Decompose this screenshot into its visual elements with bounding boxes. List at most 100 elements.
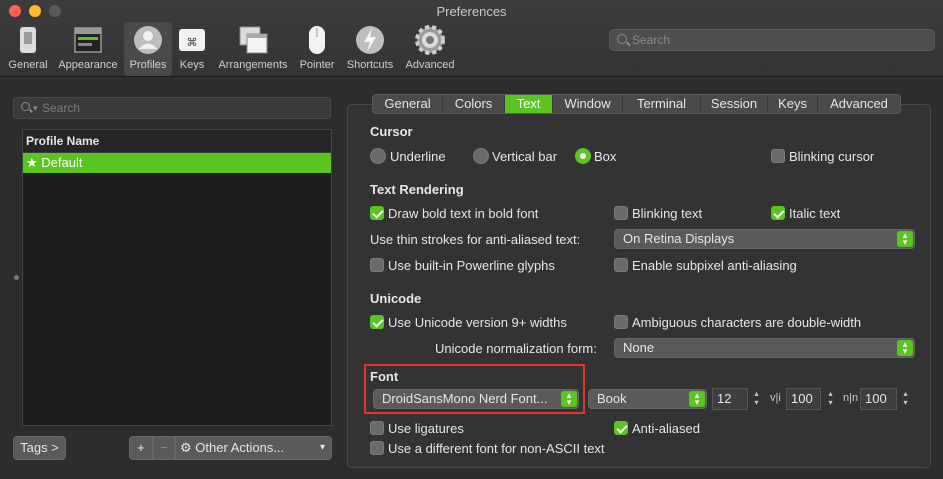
font-size-field[interactable]: 12: [712, 388, 748, 410]
chevron-down-icon: ▾: [319, 442, 325, 453]
tab-session[interactable]: Session: [701, 95, 768, 113]
toolbar-general[interactable]: General: [4, 22, 52, 76]
window-title: Preferences: [436, 4, 507, 19]
toolbar-pointer-label: Pointer: [299, 59, 335, 71]
italic-text-checkbox[interactable]: [771, 206, 785, 220]
toolbar-advanced-label: Advanced: [405, 59, 455, 71]
profile-search-placeholder: Search: [42, 101, 81, 115]
unicode-version9-label: Use Unicode version 9+ widths: [388, 315, 567, 330]
chevron-down-icon: ▾: [33, 103, 38, 113]
tab-general[interactable]: General: [373, 95, 443, 113]
toolbar-appearance-label: Appearance: [58, 59, 118, 71]
thin-strokes-select[interactable]: On Retina Displays ▴ ▾: [614, 229, 915, 249]
toolbar-keys[interactable]: ⌘ Keys: [175, 22, 209, 76]
subpixel-aa-label: Enable subpixel anti-aliasing: [632, 258, 797, 273]
general-icon: [12, 24, 44, 56]
tab-terminal[interactable]: Terminal: [623, 95, 701, 113]
horizontal-spacing-field[interactable]: 100: [860, 388, 897, 410]
toolbar-profiles-label: Profiles: [129, 59, 167, 71]
remove-profile-button[interactable]: −: [153, 436, 175, 460]
non-ascii-font-checkbox[interactable]: [370, 441, 384, 455]
appearance-icon: [72, 24, 104, 56]
chevron-updown-icon: ▴ ▾: [689, 391, 705, 407]
profile-list: Profile Name ★ Default: [22, 129, 332, 426]
search-icon: [21, 102, 30, 111]
other-actions-button[interactable]: ⚙ Other Actions... ▾: [175, 436, 332, 460]
tab-bar: General Colors Text Window Terminal Sess…: [372, 94, 901, 114]
blinking-cursor-checkbox[interactable]: [771, 149, 785, 163]
tab-window[interactable]: Window: [553, 95, 623, 113]
ambiguous-double-width-label: Ambiguous characters are double-width: [632, 315, 862, 330]
blinking-cursor-label: Blinking cursor: [789, 149, 875, 164]
thin-strokes-label: Use thin strokes for anti-aliased text:: [370, 232, 581, 247]
normalization-value: None: [623, 340, 655, 355]
svg-text:⌘: ⌘: [187, 36, 198, 49]
vertical-spacing-field[interactable]: 100: [786, 388, 821, 410]
tab-colors[interactable]: Colors: [443, 95, 505, 113]
tab-advanced[interactable]: Advanced: [818, 95, 900, 113]
tab-keys[interactable]: Keys: [768, 95, 818, 113]
profile-name-header[interactable]: Profile Name: [23, 130, 331, 153]
splitter-handle[interactable]: [14, 275, 19, 280]
thin-strokes-value: On Retina Displays: [623, 231, 735, 246]
bold-in-bold-checkbox[interactable]: [370, 206, 384, 220]
vertical-spacing-icon: v|i: [770, 392, 781, 404]
add-profile-button[interactable]: +: [129, 436, 153, 460]
cursor-vertical-bar-radio[interactable]: [473, 148, 489, 164]
chevron-updown-icon: ▴ ▾: [897, 231, 913, 247]
other-actions-label: Other Actions...: [195, 440, 285, 455]
font-style-value: Book: [597, 391, 627, 406]
unicode-version9-checkbox[interactable]: [370, 315, 384, 329]
tags-button[interactable]: Tags >: [13, 436, 66, 460]
ambiguous-double-width-checkbox[interactable]: [614, 315, 628, 329]
italic-text-label: Italic text: [789, 206, 841, 221]
profile-name: Default: [41, 155, 83, 170]
toolbar-profiles[interactable]: Profiles: [124, 22, 172, 76]
blinking-text-checkbox[interactable]: [614, 206, 628, 220]
toolbar-shortcuts[interactable]: Shortcuts: [342, 22, 398, 76]
cursor-underline-radio[interactable]: [370, 148, 386, 164]
use-ligatures-checkbox[interactable]: [370, 421, 384, 435]
anti-aliased-checkbox[interactable]: [614, 421, 628, 435]
toolbar-arrangements[interactable]: Arrangements: [214, 22, 292, 76]
normalization-select[interactable]: None ▴ ▾: [614, 338, 915, 358]
chevron-updown-icon: ▴ ▾: [897, 340, 913, 356]
cursor-section-title: Cursor: [370, 124, 413, 139]
font-highlight-box: [364, 364, 585, 414]
search-icon: [617, 34, 627, 44]
bold-in-bold-label: Draw bold text in bold font: [388, 206, 539, 221]
star-icon: ★: [26, 155, 38, 170]
horizontal-spacing-stepper[interactable]: ▴ ▾: [900, 389, 911, 409]
arrangements-icon: [237, 24, 269, 56]
toolbar-keys-label: Keys: [179, 59, 205, 71]
search-input[interactable]: Search: [609, 29, 935, 51]
tab-text[interactable]: Text: [505, 95, 553, 113]
font-style-select[interactable]: Book ▴ ▾: [588, 389, 707, 409]
vertical-spacing-stepper[interactable]: ▴ ▾: [825, 389, 836, 409]
toolbar-arrangements-label: Arrangements: [218, 59, 288, 71]
unicode-section-title: Unicode: [370, 291, 422, 306]
profiles-icon: [132, 24, 164, 56]
horizontal-spacing-icon: n|n: [843, 392, 859, 404]
toolbar-pointer[interactable]: Pointer: [295, 22, 339, 76]
normalization-label: Unicode normalization form:: [435, 341, 597, 356]
profile-row-default[interactable]: ★ Default: [23, 153, 331, 173]
cursor-box-radio[interactable]: [575, 148, 591, 164]
toolbar-general-label: General: [8, 59, 48, 71]
subpixel-aa-checkbox[interactable]: [614, 258, 628, 272]
cursor-box-label: Box: [594, 149, 617, 164]
font-size-stepper[interactable]: ▴ ▾: [751, 389, 762, 409]
profile-search-input[interactable]: ▾ Search: [13, 97, 331, 119]
keys-icon: ⌘: [176, 24, 208, 56]
powerline-glyphs-label: Use built-in Powerline glyphs: [388, 258, 555, 273]
blinking-text-label: Blinking text: [632, 206, 703, 221]
toolbar-shortcuts-label: Shortcuts: [346, 59, 394, 71]
search-placeholder: Search: [632, 33, 671, 47]
powerline-glyphs-checkbox[interactable]: [370, 258, 384, 272]
cursor-vertical-bar-label: Vertical bar: [492, 149, 558, 164]
non-ascii-font-label: Use a different font for non-ASCII text: [388, 441, 605, 456]
toolbar-appearance[interactable]: Appearance: [54, 22, 122, 76]
toolbar-advanced[interactable]: Advanced: [401, 22, 459, 76]
cursor-underline-label: Underline: [390, 149, 446, 164]
anti-aliased-label: Anti-aliased: [632, 421, 700, 436]
